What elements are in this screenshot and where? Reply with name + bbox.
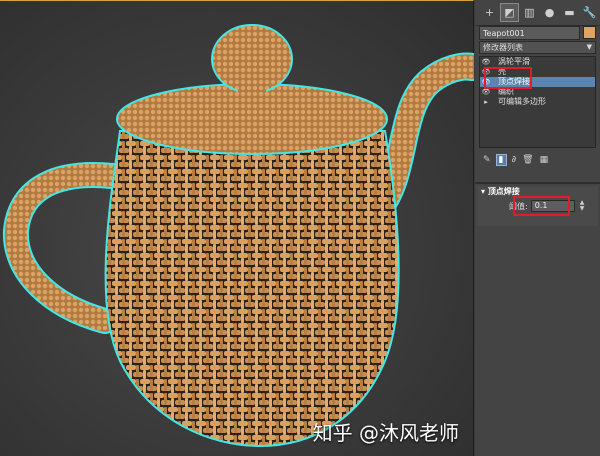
expand-arrow-icon[interactable]: ▸	[480, 97, 492, 107]
viewport[interactable]: 知乎 @沐风老师	[0, 0, 474, 456]
configure-icon[interactable]: ▦	[540, 155, 549, 165]
command-panel: + ◩ ▥ ● ▬ 🔧 Teapot001 修改器列表 ▼ 👁 涡轮平滑 👁 壳…	[475, 0, 600, 456]
stack-item-label: 涡轮平滑	[498, 57, 530, 66]
utilities-tab-icon[interactable]: 🔧	[581, 4, 598, 21]
object-name-field[interactable]: Teapot001	[479, 26, 580, 40]
show-end-result-icon[interactable]: ▮	[495, 154, 507, 166]
remove-modifier-icon[interactable]: 🗑	[522, 155, 533, 165]
display-tab-icon[interactable]: ▬	[561, 4, 578, 21]
create-tab-icon[interactable]: +	[481, 4, 498, 21]
teapot-body	[104, 130, 400, 448]
motion-tab-icon[interactable]: ●	[541, 4, 558, 21]
modify-tab-icon[interactable]: ◩	[500, 3, 519, 22]
stack-item-turbosmooth[interactable]: 👁 涡轮平滑	[480, 57, 595, 67]
collapse-icon: ▾	[481, 187, 488, 196]
pin-icon[interactable]: ✎	[483, 155, 491, 165]
teapot-render	[2, 24, 474, 448]
stack-item-editable-poly[interactable]: ▸ 可编辑多边形	[480, 97, 595, 107]
object-name-row: Teapot001	[479, 26, 596, 40]
teapot-knob	[211, 24, 293, 94]
eye-icon[interactable]: 👁	[480, 57, 492, 67]
modifier-list-label: 修改器列表	[483, 43, 523, 52]
highlight-box-stack	[484, 67, 532, 89]
modifier-list-dropdown[interactable]: 修改器列表 ▼	[479, 41, 596, 54]
spinner-icon[interactable]: ▲ ▼	[580, 200, 585, 212]
object-color-swatch[interactable]	[583, 26, 596, 39]
stack-item-label: 可编辑多边形	[498, 97, 546, 106]
modifier-stack: 👁 涡轮平滑 👁 壳 👁 顶点焊接 👁 编织 ▸ 可编辑多边形	[479, 56, 596, 148]
hierarchy-tab-icon[interactable]: ▥	[521, 4, 538, 21]
panel-divider	[475, 182, 600, 184]
vertex-weld-rollout: ▾ 顶点焊接 阈值: 0.1 ▲ ▼	[477, 186, 598, 226]
make-unique-icon[interactable]: ∂	[512, 155, 517, 165]
panel-tab-bar: + ◩ ▥ ● ▬ 🔧	[475, 0, 600, 26]
highlight-box-threshold	[513, 196, 570, 216]
chevron-down-icon: ▼	[586, 43, 592, 51]
watermark: 知乎 @沐风老师	[312, 421, 459, 445]
stack-tool-row: ✎ ▮ ∂ 🗑 ▦	[479, 152, 596, 168]
